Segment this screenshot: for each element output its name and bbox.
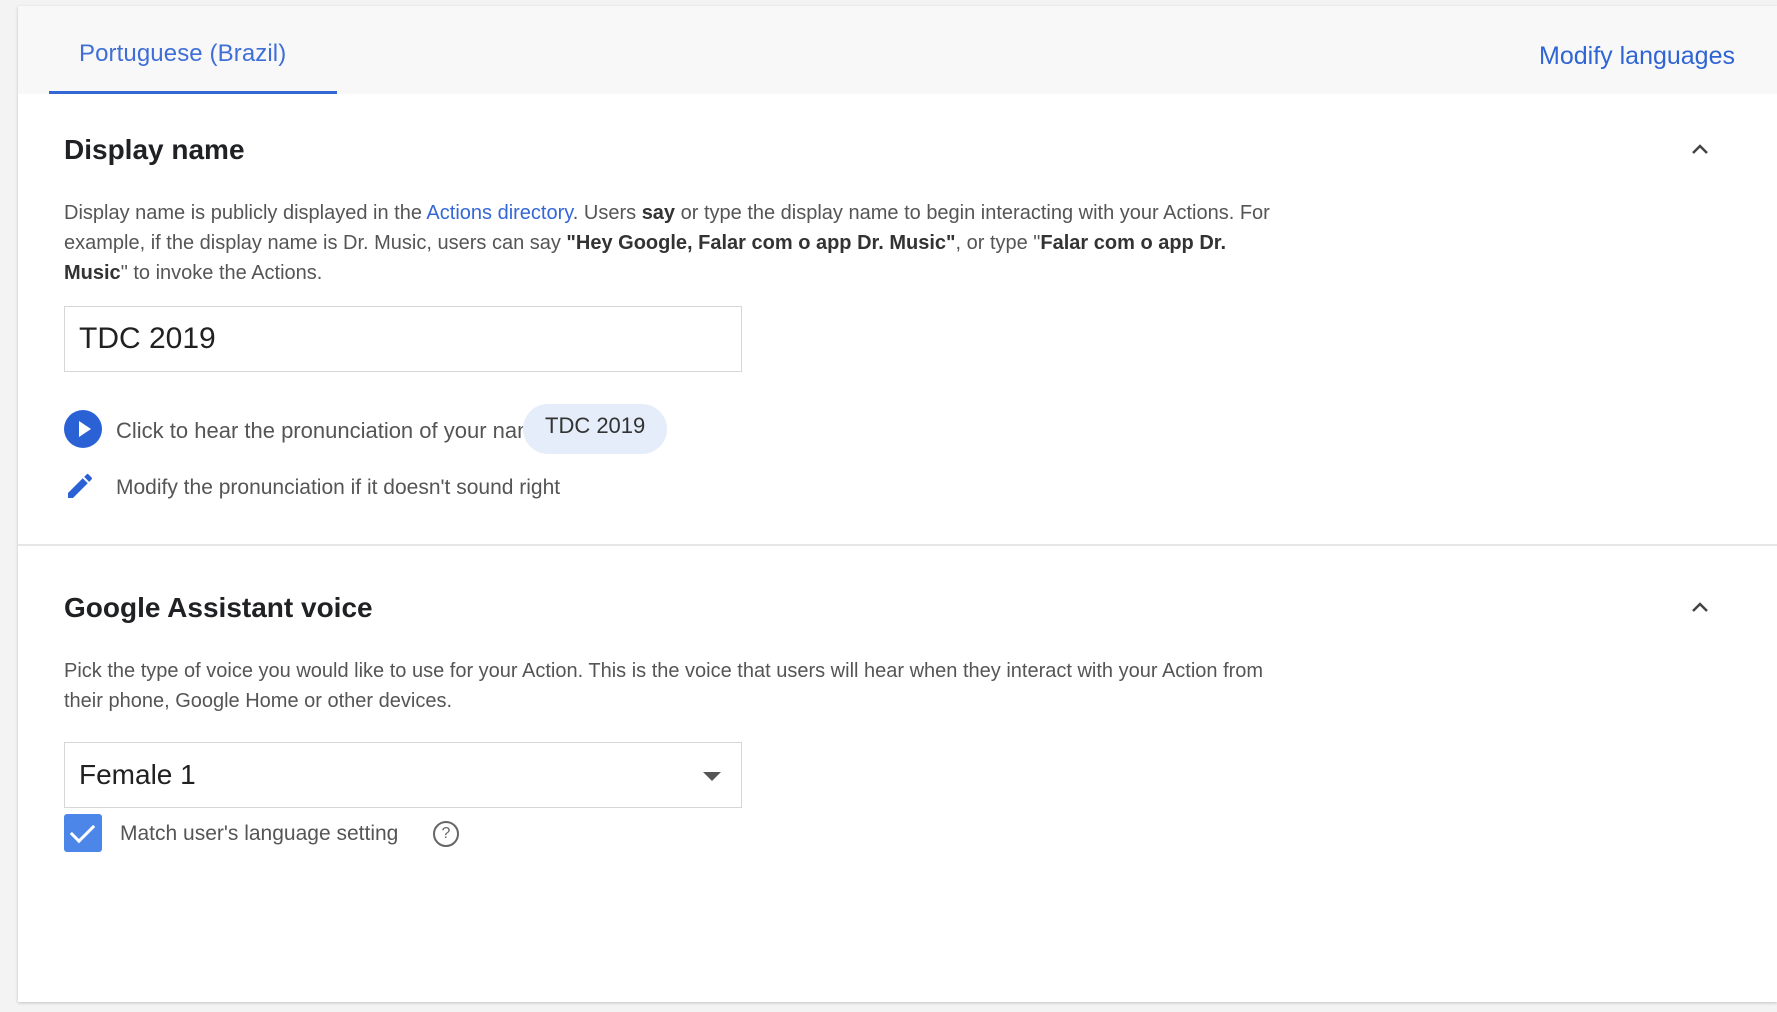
modify-languages-link[interactable]: Modify languages: [1539, 42, 1735, 71]
chevron-up-icon[interactable]: [1687, 594, 1713, 620]
actions-directory-link[interactable]: Actions directory: [426, 202, 572, 224]
section-title: Google Assistant voice: [64, 592, 373, 623]
modify-pronunciation-link[interactable]: Modify the pronunciation if it doesn't s…: [116, 476, 560, 500]
help-icon[interactable]: ?: [433, 821, 459, 847]
selected-voice: Female 1: [79, 759, 196, 790]
display-name-section: Display name Display name is publicly di…: [18, 94, 1777, 544]
voice-description: Pick the type of voice you would like to…: [64, 660, 1264, 712]
match-language-checkbox[interactable]: [64, 814, 102, 852]
pencil-icon[interactable]: [64, 470, 96, 502]
display-name-input[interactable]: TDC 2019: [64, 306, 742, 372]
play-icon[interactable]: [64, 410, 102, 448]
dropdown-arrow-icon: [703, 772, 721, 781]
settings-panel: Portuguese (Brazil) Modify languages Dis…: [18, 6, 1777, 1002]
display-name-description: Display name is publicly displayed in th…: [64, 202, 1270, 284]
hear-pronunciation-label: Click to hear the pronunciation of your …: [116, 418, 548, 443]
tab-label: Portuguese (Brazil): [79, 40, 287, 67]
tab-portuguese-brazil[interactable]: Portuguese (Brazil): [49, 6, 337, 94]
section-title: Display name: [64, 134, 245, 165]
voice-select[interactable]: Female 1: [64, 742, 742, 808]
pronunciation-chip[interactable]: TDC 2019: [523, 404, 668, 454]
language-tab-bar: Portuguese (Brazil) Modify languages: [18, 6, 1777, 94]
assistant-voice-section: Google Assistant voice Pick the type of …: [18, 546, 1777, 1002]
match-language-label: Match user's language setting: [120, 822, 399, 845]
chevron-up-icon[interactable]: [1687, 136, 1713, 162]
